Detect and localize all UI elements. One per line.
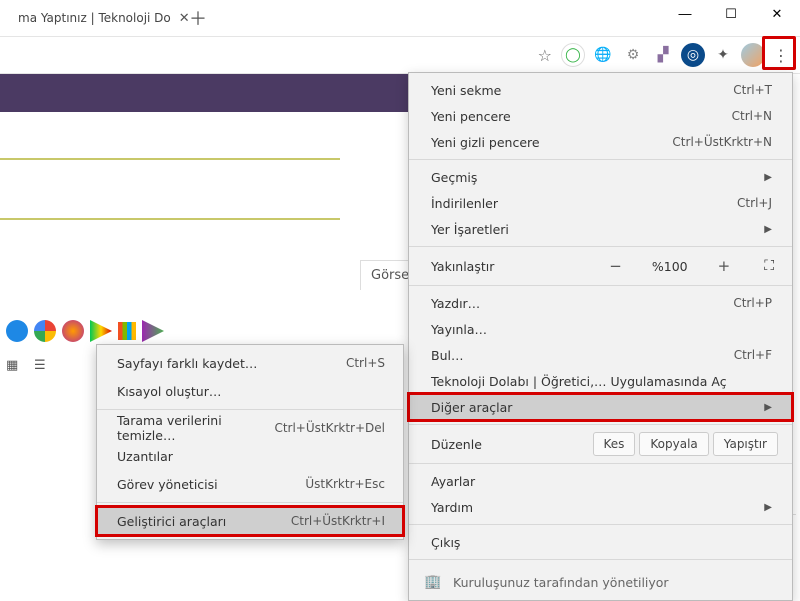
bookmark-icon[interactable] [118, 322, 136, 340]
browser-tab[interactable]: ma Yaptınız | Teknoloji Do ✕ [8, 3, 178, 33]
menu-zoom-row: Yakınlaştır − %100 + ⛶ [409, 251, 792, 281]
menu-open-in-app[interactable]: Teknoloji Dolabı | Öğretici,… Uygulaması… [409, 368, 792, 394]
window-maximize-button[interactable]: ☐ [708, 0, 754, 28]
zoom-label: Yakınlaştır [431, 259, 585, 274]
menu-settings[interactable]: Ayarlar [409, 468, 792, 494]
edit-label: Düzenle [431, 437, 589, 452]
menu-separator [409, 159, 792, 160]
chevron-right-icon: ▶ [764, 502, 772, 513]
menu-separator [409, 524, 792, 525]
submenu-extensions[interactable]: Uzantılar [97, 442, 403, 470]
menu-bookmarks[interactable]: Yer İşaretleri▶ [409, 216, 792, 242]
submenu-create-shortcut[interactable]: Kısayol oluştur… [97, 377, 403, 405]
submenu-task-manager[interactable]: Görev yöneticisiÜstKrktr+Esc [97, 470, 403, 498]
highlight-kebab [762, 36, 796, 70]
submenu-dev-tools[interactable]: Geliştirici araçlarıCtrl+ÜstKrktr+I [97, 507, 403, 535]
copy-button[interactable]: Kopyala [639, 432, 708, 456]
zoom-out-button[interactable]: − [603, 257, 628, 275]
menu-print[interactable]: Yazdır…Ctrl+P [409, 290, 792, 316]
managed-label: Kuruluşunuz tarafından yönetiliyor [453, 575, 669, 590]
menu-separator [97, 502, 403, 503]
zoom-percent: %100 [646, 259, 694, 274]
main-menu: Yeni sekmeCtrl+T Yeni pencereCtrl+N Yeni… [408, 72, 793, 601]
menu-separator [409, 424, 792, 425]
menu-separator [97, 409, 403, 410]
zoom-in-button[interactable]: + [712, 257, 737, 275]
building-icon: 🏢 [425, 574, 441, 590]
paste-button[interactable]: Yapıştır [713, 432, 778, 456]
submenu-save-page[interactable]: Sayfayı farklı kaydet…Ctrl+S [97, 349, 403, 377]
more-tools-submenu: Sayfayı farklı kaydet…Ctrl+S Kısayol olu… [96, 344, 404, 540]
menu-find[interactable]: Bul…Ctrl+F [409, 342, 792, 368]
menu-more-tools[interactable]: Diğer araçlar▶ [409, 394, 792, 420]
chevron-right-icon: ▶ [764, 224, 772, 235]
menu-downloads[interactable]: İndirilenlerCtrl+J [409, 190, 792, 216]
tab-title: ma Yaptınız | Teknoloji Do [18, 11, 171, 25]
menu-managed-notice[interactable]: 🏢 Kuruluşunuz tarafından yönetiliyor [409, 564, 792, 600]
bookmark-icon[interactable] [62, 320, 84, 342]
decorative-line [0, 218, 340, 220]
menu-history[interactable]: Geçmiş▶ [409, 164, 792, 190]
menu-edit-row: Düzenle Kes Kopyala Yapıştır [409, 429, 792, 459]
menu-separator [409, 285, 792, 286]
chevron-right-icon: ▶ [764, 402, 772, 413]
extension-icon[interactable]: ◯ [561, 43, 585, 67]
list-view-icon[interactable]: ☰ [34, 358, 52, 376]
menu-separator [409, 246, 792, 247]
extension-icon[interactable]: ▞ [651, 43, 675, 67]
bookmark-star-icon[interactable]: ☆ [538, 46, 552, 65]
extension-icon[interactable]: ⚙ [621, 43, 645, 67]
bookmark-icon[interactable] [6, 320, 28, 342]
menu-new-incognito[interactable]: Yeni gizli pencereCtrl+ÜstKrktr+N [409, 129, 792, 155]
menu-separator [409, 463, 792, 464]
menu-help[interactable]: Yardım▶ [409, 494, 792, 520]
page-banner [0, 74, 408, 112]
bookmark-icon[interactable] [34, 320, 56, 342]
extension-icon[interactable]: ◎ [681, 43, 705, 67]
submenu-clear-browsing[interactable]: Tarama verilerini temizle…Ctrl+ÜstKrktr+… [97, 414, 403, 442]
menu-cast[interactable]: Yayınla… [409, 316, 792, 342]
bookmark-icon[interactable] [142, 320, 164, 342]
new-tab-button[interactable]: ＋ [184, 4, 212, 32]
view-controls: ▦ ☰ [6, 358, 52, 376]
extension-icon[interactable]: 🌐 [591, 43, 615, 67]
chevron-right-icon: ▶ [764, 172, 772, 183]
menu-new-window[interactable]: Yeni pencereCtrl+N [409, 103, 792, 129]
bookmarks-bar [6, 320, 164, 342]
window-minimize-button[interactable]: ― [662, 0, 708, 28]
cut-button[interactable]: Kes [593, 432, 636, 456]
tab-strip: ma Yaptınız | Teknoloji Do ✕ ＋ [0, 0, 212, 36]
toolbar-row: ☆ ◯ 🌐 ⚙ ▞ ◎ ✦ ⋮ [0, 36, 800, 74]
menu-separator [409, 559, 792, 560]
menu-exit[interactable]: Çıkış [409, 529, 792, 555]
bookmark-icon[interactable] [90, 320, 112, 342]
menu-new-tab[interactable]: Yeni sekmeCtrl+T [409, 77, 792, 103]
grid-view-icon[interactable]: ▦ [6, 358, 24, 376]
window-close-button[interactable]: ✕ [754, 0, 800, 28]
decorative-line [0, 158, 340, 160]
fullscreen-icon[interactable]: ⛶ [764, 258, 774, 274]
extensions-puzzle-icon[interactable]: ✦ [711, 43, 735, 67]
